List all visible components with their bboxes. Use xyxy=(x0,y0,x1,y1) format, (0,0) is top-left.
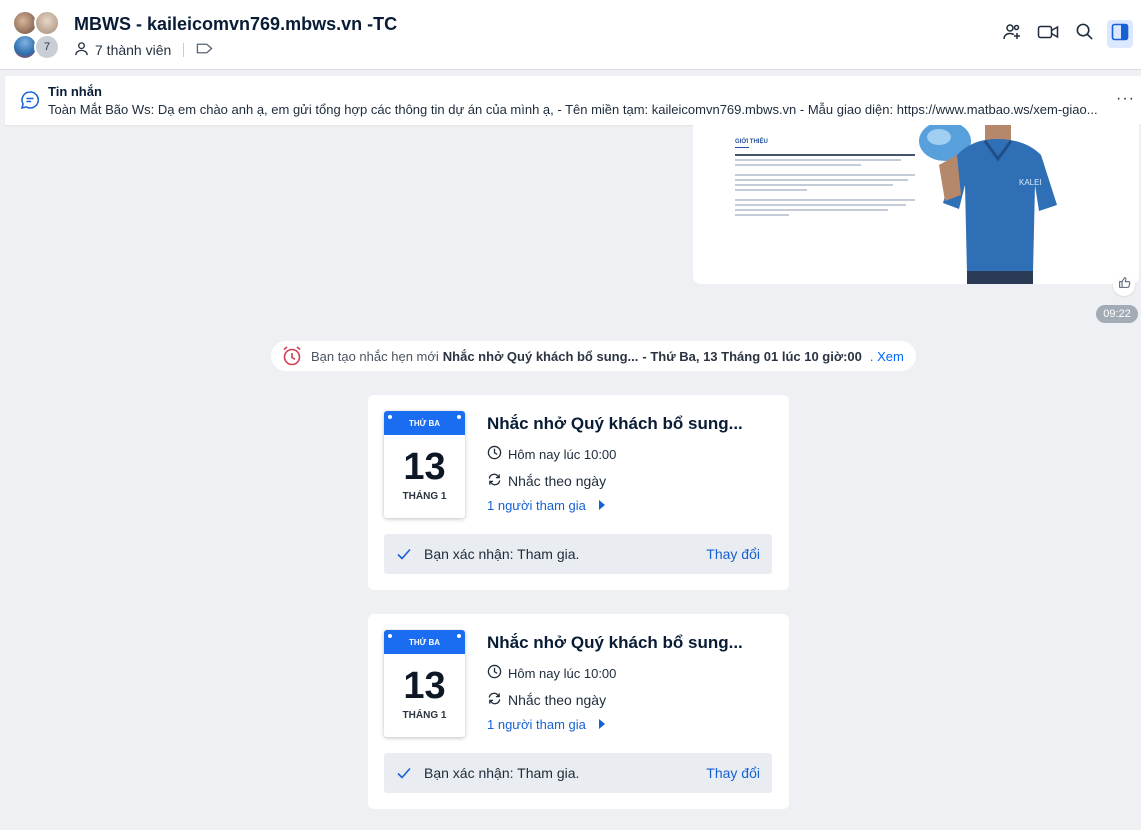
check-icon xyxy=(396,546,412,567)
caret-right-icon xyxy=(598,717,606,732)
document-heading: GIỚI THIỆU xyxy=(735,139,768,145)
image-message[interactable]: GIỚI THIỆU KALEI xyxy=(693,125,1139,284)
confirmation-text: Bạn xác nhận: Tham gia. xyxy=(424,546,580,562)
member-avatar xyxy=(34,10,60,36)
video-call-button[interactable] xyxy=(1035,20,1061,48)
more-options-icon[interactable]: ··· xyxy=(1116,90,1135,108)
change-button[interactable]: Thay đổi xyxy=(706,765,760,781)
notice-date: - Thứ Ba, 13 Tháng 01 lúc 10 giờ:00 xyxy=(642,348,862,364)
add-user-icon xyxy=(1002,22,1022,47)
toggle-sidebar-button[interactable] xyxy=(1107,20,1133,48)
confirmation-bar: Bạn xác nhận: Tham gia. Thay đổi xyxy=(384,753,772,793)
video-icon xyxy=(1037,23,1059,46)
repeat-icon xyxy=(487,691,502,709)
pinned-text: Toàn Mắt Bão Ws: Dạ em chào anh ạ, em gử… xyxy=(48,102,1098,117)
clock-icon xyxy=(487,445,502,463)
participants-link[interactable]: 1 người tham gia xyxy=(487,498,606,513)
group-avatar[interactable]: 7 xyxy=(12,10,64,60)
confirmation-bar: Bạn xác nhận: Tham gia. Thay đổi xyxy=(384,534,772,574)
message-time: 09:22 xyxy=(1096,305,1138,323)
confirmation-text: Bạn xác nhận: Tham gia. xyxy=(424,765,580,781)
product-photo: KALEI xyxy=(919,125,1057,284)
reminder-title: Nhắc nhở Quý khách bổ sung... xyxy=(487,414,743,433)
sidebar-panel-icon xyxy=(1111,23,1129,46)
calendar-badge: THỨ BA 13 THÁNG 1 xyxy=(384,411,465,518)
participants-count[interactable]: 1 người tham gia xyxy=(487,498,586,513)
alarm-clock-icon xyxy=(281,345,303,367)
add-member-button[interactable] xyxy=(999,20,1025,48)
calendar-badge: THỨ BA 13 THÁNG 1 xyxy=(384,630,465,737)
divider xyxy=(183,43,185,57)
change-button[interactable]: Thay đổi xyxy=(706,546,760,562)
reminder-repeat-row: Nhắc theo ngày xyxy=(487,691,606,709)
reminder-title: Nhắc nhở Quý khách bổ sung... xyxy=(487,633,743,652)
calendar-day: 13 xyxy=(403,446,446,488)
reminder-time: Hôm nay lúc 10:00 xyxy=(508,665,617,681)
chat-header: 7 MBWS - kaileicomvn769.mbws.vn -TC 7 th… xyxy=(0,0,1141,70)
check-icon xyxy=(396,765,412,786)
participants-count[interactable]: 1 người tham gia xyxy=(487,717,586,732)
reminder-card[interactable]: THỨ BA 13 THÁNG 1 Nhắc nhở Quý khách bổ … xyxy=(368,395,789,590)
document-preview: GIỚI THIỆU xyxy=(735,139,915,219)
tag-icon[interactable] xyxy=(196,42,213,58)
reminder-card[interactable]: THỨ BA 13 THÁNG 1 Nhắc nhở Quý khách bổ … xyxy=(368,614,789,809)
reminder-repeat: Nhắc theo ngày xyxy=(508,473,607,489)
reminder-notice: Bạn tạo nhắc hẹn mới Nhắc nhở Quý khách … xyxy=(271,341,916,371)
clock-icon xyxy=(487,664,502,682)
repeat-icon xyxy=(487,472,502,490)
calendar-weekday: THỨ BA xyxy=(384,630,465,654)
shirt-logo: KALEI xyxy=(1019,178,1042,187)
search-icon xyxy=(1075,22,1094,46)
reminder-repeat-row: Nhắc theo ngày xyxy=(487,472,606,490)
group-title[interactable]: MBWS - kaileicomvn769.mbws.vn -TC xyxy=(74,14,397,35)
user-icon xyxy=(74,41,89,59)
search-button[interactable] xyxy=(1071,20,1097,48)
pinned-label: Tin nhắn xyxy=(48,84,102,99)
view-reminder-link[interactable]: . Xem xyxy=(870,349,904,364)
pinned-message-bar[interactable]: Tin nhắn Toàn Mắt Bão Ws: Dạ em chào anh… xyxy=(5,76,1141,125)
notice-title: Nhắc nhở Quý khách bổ sung... xyxy=(442,348,639,364)
caret-right-icon xyxy=(598,498,606,513)
reminder-time: Hôm nay lúc 10:00 xyxy=(508,446,617,462)
like-button[interactable] xyxy=(1113,274,1135,296)
calendar-month: THÁNG 1 xyxy=(402,710,447,721)
message-bubble-icon xyxy=(20,90,40,115)
calendar-month: THÁNG 1 xyxy=(402,491,447,502)
reminder-time-row: Hôm nay lúc 10:00 xyxy=(487,445,616,463)
member-count-avatar: 7 xyxy=(34,34,60,60)
reminder-repeat: Nhắc theo ngày xyxy=(508,692,607,708)
thumbs-up-icon xyxy=(1118,276,1131,294)
calendar-weekday: THỨ BA xyxy=(384,411,465,435)
member-count[interactable]: 7 thành viên xyxy=(95,42,171,58)
calendar-day: 13 xyxy=(403,665,446,707)
participants-link[interactable]: 1 người tham gia xyxy=(487,717,606,732)
reminder-time-row: Hôm nay lúc 10:00 xyxy=(487,664,616,682)
notice-prefix: Bạn tạo nhắc hẹn mới xyxy=(311,348,439,364)
